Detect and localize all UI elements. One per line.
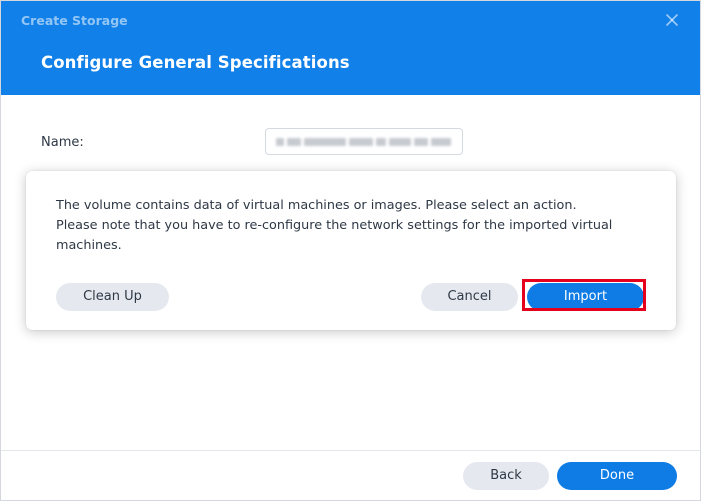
dialog-message-line: Please note that you have to re-configur… — [56, 218, 613, 233]
dialog-message-line: machines. — [56, 238, 122, 253]
dialog-message: The volume contains data of virtual mach… — [56, 196, 646, 256]
import-confirm-dialog: The volume contains data of virtual mach… — [26, 171, 676, 330]
import-button[interactable]: Import — [527, 283, 644, 311]
close-icon — [666, 14, 678, 26]
cancel-button[interactable]: Cancel — [421, 283, 518, 311]
name-label: Name: — [41, 135, 84, 150]
close-button[interactable] — [664, 12, 680, 28]
create-storage-window: Create Storage Configure General Specifi… — [0, 0, 701, 501]
name-input[interactable] — [265, 128, 463, 155]
clean-up-button[interactable]: Clean Up — [56, 283, 169, 311]
done-button[interactable]: Done — [557, 462, 677, 490]
back-button[interactable]: Back — [463, 462, 549, 490]
page-title: Configure General Specifications — [41, 53, 350, 72]
wizard-header: Create Storage Configure General Specifi… — [1, 1, 700, 95]
dialog-message-line: The volume contains data of virtual mach… — [56, 198, 577, 213]
redacted-name-text — [276, 138, 454, 146]
window-title: Create Storage — [21, 13, 128, 28]
footer-divider — [1, 450, 700, 451]
